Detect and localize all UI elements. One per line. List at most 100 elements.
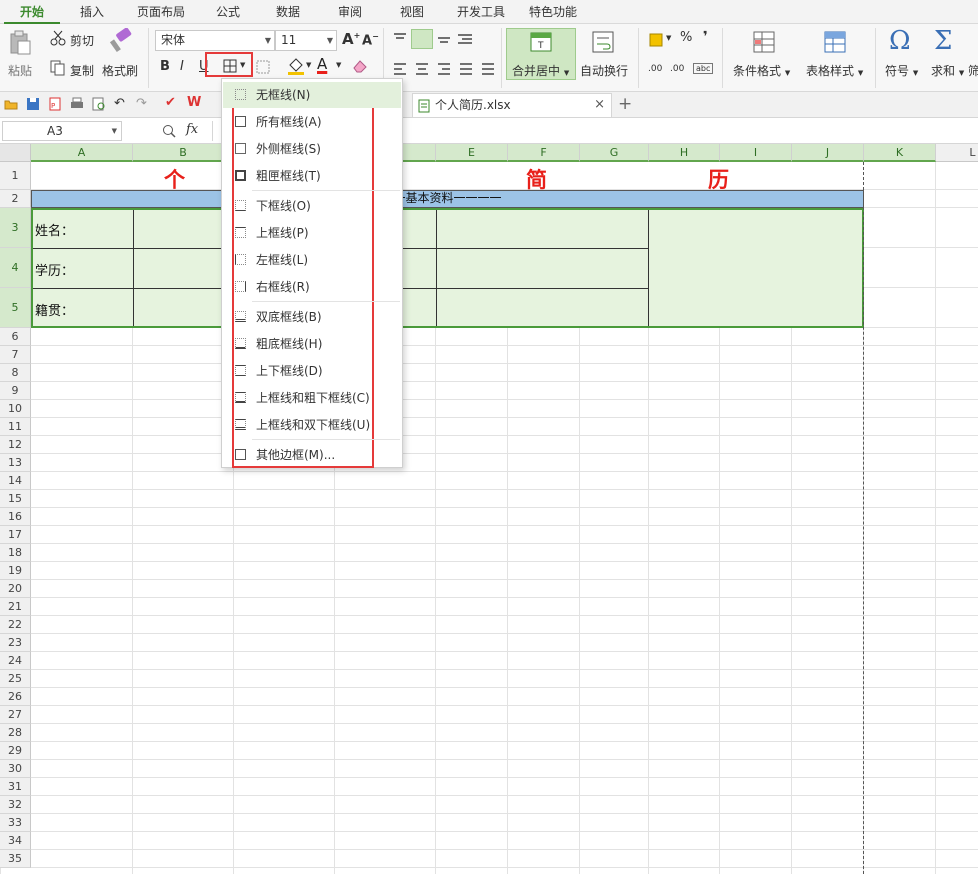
name-box[interactable]: A3 ▼ [2, 121, 122, 141]
row-header-29[interactable]: 29 [0, 742, 31, 760]
row-header-17[interactable]: 17 [0, 526, 31, 544]
clear-format-icon[interactable] [352, 58, 370, 74]
paste-label[interactable]: 粘贴 [8, 62, 32, 79]
new-tab-plus-icon[interactable]: + [618, 94, 632, 114]
zoom-icon[interactable] [162, 124, 176, 138]
horizontal-align-icons[interactable] [392, 62, 496, 76]
row-header-35[interactable]: 35 [0, 850, 31, 868]
paste-icon[interactable] [8, 30, 32, 56]
row-header-33[interactable]: 33 [0, 814, 31, 832]
column-header-e[interactable]: E [436, 144, 508, 162]
column-header-g[interactable]: G [580, 144, 649, 162]
scissors-icon[interactable] [50, 30, 66, 46]
column-header-b[interactable]: B [133, 144, 234, 162]
symbol-button[interactable]: 符号 ▼ [885, 62, 918, 79]
close-tab-icon[interactable]: × [594, 94, 605, 116]
tab-view[interactable]: 视图 [384, 0, 440, 24]
row-header-9[interactable]: 9 [0, 382, 31, 400]
row-header-28[interactable]: 28 [0, 724, 31, 742]
tab-formulas[interactable]: 公式 [200, 0, 256, 24]
font-color-dropdown-icon[interactable]: ▼ [336, 61, 341, 69]
row-header-24[interactable]: 24 [0, 652, 31, 670]
row-header-10[interactable]: 10 [0, 400, 31, 418]
decrease-font-icon[interactable]: A− [362, 32, 379, 48]
row-header-8[interactable]: 8 [0, 364, 31, 382]
save-icon[interactable] [26, 97, 40, 111]
menu-item-top-double-bottom-border[interactable]: 上框线和双下框线(U) [223, 412, 401, 438]
print-icon[interactable] [70, 97, 84, 111]
decrease-decimal-icon[interactable]: .00 [670, 64, 684, 74]
font-color-icon[interactable]: A [317, 55, 327, 73]
row-header-1[interactable]: 1 [0, 162, 31, 190]
row-header-2[interactable]: 2 [0, 190, 31, 208]
vertical-align-icons[interactable] [392, 32, 476, 46]
row-header-18[interactable]: 18 [0, 544, 31, 562]
column-header-a[interactable]: A [31, 144, 133, 162]
copy-icon[interactable] [50, 60, 66, 76]
row-header-34[interactable]: 34 [0, 832, 31, 850]
row-header-30[interactable]: 30 [0, 760, 31, 778]
field-label[interactable]: 籍贯： [35, 300, 74, 319]
tab-data[interactable]: 数据 [260, 0, 316, 24]
tab-review[interactable]: 审阅 [322, 0, 378, 24]
filter-button[interactable]: 筛 [968, 62, 978, 79]
row-header-13[interactable]: 13 [0, 454, 31, 472]
menu-item-left-border[interactable]: 左框线(L) [223, 247, 401, 273]
cell-style-icon[interactable] [256, 60, 270, 74]
row-header-32[interactable]: 32 [0, 796, 31, 814]
row-header-11[interactable]: 11 [0, 418, 31, 436]
cut-button[interactable]: 剪切 [70, 32, 94, 49]
increase-decimal-icon[interactable]: .00 [648, 64, 662, 74]
tab-special[interactable]: 特色功能 [520, 0, 586, 24]
increase-font-icon[interactable]: A+ [342, 30, 360, 48]
menu-item-thick-bottom-border[interactable]: 粗底框线(H) [223, 331, 401, 357]
menu-item-double-bottom-border[interactable]: 双底框线(B) [223, 304, 401, 330]
font-size-select[interactable]: 11 ▼ [275, 30, 337, 51]
row-header-26[interactable]: 26 [0, 688, 31, 706]
menu-item-bottom-border[interactable]: 下框线(O) [223, 193, 401, 219]
copy-button[interactable]: 复制 [70, 62, 94, 79]
currency-dropdown-icon[interactable]: ▼ [666, 34, 671, 42]
tab-home[interactable]: 开始 [4, 0, 60, 24]
section-header-basic-info[interactable]: 一基本资料一一一一 [31, 190, 864, 208]
pin-icon[interactable]: ✔ [165, 95, 176, 110]
fill-color-icon[interactable] [287, 57, 305, 75]
fill-color-dropdown-icon[interactable]: ▼ [306, 61, 311, 69]
menu-item-top-bottom-border[interactable]: 上下框线(D) [223, 358, 401, 384]
menu-item-top-border[interactable]: 上框线(P) [223, 220, 401, 246]
menu-item-all-borders[interactable]: 所有框线(A) [223, 109, 401, 135]
number-format-icon[interactable]: abc [693, 63, 714, 74]
table-style-button[interactable]: 表格样式 ▼ [806, 62, 863, 79]
menu-item-more-borders[interactable]: 其他边框(M)... [223, 442, 401, 468]
column-header-l[interactable]: L [936, 144, 978, 162]
row-header-4[interactable]: 4 [0, 248, 31, 288]
tab-insert[interactable]: 插入 [62, 0, 122, 24]
row-header-7[interactable]: 7 [0, 346, 31, 364]
tab-developer[interactable]: 开发工具 [446, 0, 516, 24]
sum-button[interactable]: 求和 ▼ [931, 62, 964, 79]
row-header-19[interactable]: 19 [0, 562, 31, 580]
table-style-icon[interactable] [823, 30, 849, 54]
font-name-select[interactable]: 宋体 ▼ [155, 30, 275, 51]
column-header-k[interactable]: K [864, 144, 936, 162]
field-label[interactable]: 姓名： [35, 220, 74, 239]
menu-item-no-border[interactable]: 无框线(N) [223, 82, 401, 108]
row-header-6[interactable]: 6 [0, 328, 31, 346]
wrap-text-icon[interactable] [591, 30, 615, 54]
row-header-16[interactable]: 16 [0, 508, 31, 526]
conditional-format-icon[interactable] [752, 30, 776, 54]
menu-item-outside-borders[interactable]: 外侧框线(S) [223, 136, 401, 162]
column-header-j[interactable]: J [792, 144, 864, 162]
function-fx-button[interactable]: fx [186, 122, 198, 137]
column-header-f[interactable]: F [508, 144, 580, 162]
menu-item-top-thick-bottom-border[interactable]: 上框线和粗下框线(C) [223, 385, 401, 411]
redo-icon[interactable]: ↷ [136, 96, 147, 111]
row-header-27[interactable]: 27 [0, 706, 31, 724]
row-header-22[interactable]: 22 [0, 616, 31, 634]
wps-logo-icon[interactable]: W [187, 95, 201, 110]
row-header-20[interactable]: 20 [0, 580, 31, 598]
document-tab[interactable]: 个人简历.xlsx × [412, 93, 612, 117]
open-folder-icon[interactable] [4, 98, 18, 110]
spreadsheet-grid[interactable]: ABCDEFGHIJKLM123456789101112131415161718… [0, 144, 978, 874]
wrap-text-button[interactable]: 自动换行 [580, 62, 628, 79]
